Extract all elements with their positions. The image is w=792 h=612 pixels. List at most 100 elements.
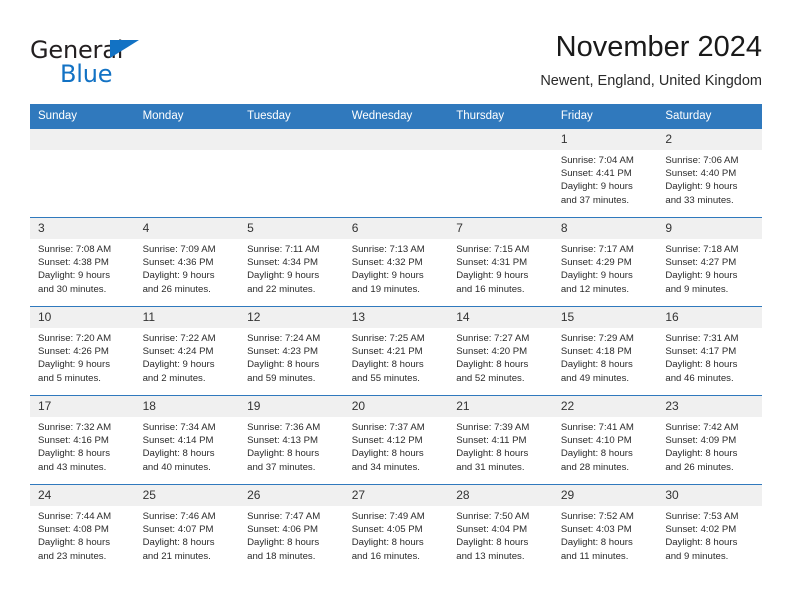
daylight-text-line2: and 46 minutes.	[665, 372, 734, 384]
day-details: Sunrise: 7:20 AM Sunset: 4:26 PM Daylight:…	[30, 328, 135, 385]
sunset-text: Sunset: 4:40 PM	[665, 168, 737, 180]
calendar-day-cell[interactable]: 26 Sunrise: 7:47 AM Sunset: 4:06 PM Dayligh…	[239, 484, 344, 573]
day-number: 29	[552, 485, 658, 506]
sunrise-text: Sunrise: 7:17 AM	[560, 244, 634, 255]
daylight-text-line2: and 26 minutes.	[142, 283, 211, 295]
calendar-day-cell[interactable]: 28 Sunrise: 7:50 AM Sunset: 4:04 PM Dayligh…	[448, 484, 553, 573]
sunrise-text: Sunrise: 7:32 AM	[38, 422, 112, 433]
calendar-day-cell[interactable]: 14 Sunrise: 7:27 AM Sunset: 4:20 PM Dayligh…	[448, 306, 553, 396]
daylight-text-line2: and 11 minutes.	[560, 550, 629, 562]
daylight-text-line2: and 37 minutes.	[247, 461, 316, 473]
day-details: Sunrise: 7:50 AM Sunset: 4:04 PM Daylight:…	[448, 506, 553, 563]
calendar-day-cell[interactable]: 24 Sunrise: 7:44 AM Sunset: 4:08 PM Dayligh…	[30, 484, 135, 573]
daylight-text-line1: Daylight: 8 hours	[351, 359, 424, 371]
day-number: 30	[657, 485, 762, 506]
calendar-day-cell-empty	[343, 128, 449, 218]
calendar-day-cell[interactable]: 9 Sunrise: 7:18 AM Sunset: 4:27 PM Daylight…	[657, 217, 762, 307]
calendar-day-cell[interactable]: 16 Sunrise: 7:31 AM Sunset: 4:17 PM Dayligh…	[657, 306, 762, 396]
daylight-text-line1: Daylight: 9 hours	[456, 270, 529, 282]
calendar-day-cell[interactable]: 3 Sunrise: 7:08 AM Sunset: 4:38 PM Daylight…	[30, 217, 135, 307]
calendar-day-cell[interactable]: 11 Sunrise: 7:22 AM Sunset: 4:24 PM Dayligh…	[134, 306, 240, 396]
calendar-day-cell[interactable]: 21 Sunrise: 7:39 AM Sunset: 4:11 PM Dayligh…	[448, 395, 553, 485]
calendar-day-cell[interactable]: 29 Sunrise: 7:52 AM Sunset: 4:03 PM Dayligh…	[552, 484, 658, 573]
calendar-day-cell[interactable]: 25 Sunrise: 7:46 AM Sunset: 4:07 PM Dayligh…	[134, 484, 240, 573]
day-number	[30, 129, 135, 150]
sunrise-text: Sunrise: 7:50 AM	[456, 511, 530, 522]
calendar-day-cell[interactable]: 22 Sunrise: 7:41 AM Sunset: 4:10 PM Dayligh…	[552, 395, 658, 485]
day-number: 4	[134, 218, 240, 239]
sunrise-text: Sunrise: 7:44 AM	[38, 511, 112, 522]
daylight-text-line1: Daylight: 9 hours	[38, 359, 110, 371]
calendar-day-cell[interactable]: 17 Sunrise: 7:32 AM Sunset: 4:16 PM Dayligh…	[30, 395, 135, 485]
daylight-text-line1: Daylight: 8 hours	[456, 537, 529, 549]
sunset-text: Sunset: 4:23 PM	[247, 346, 319, 358]
sunset-text: Sunset: 4:38 PM	[38, 257, 109, 269]
daylight-text-line1: Daylight: 8 hours	[665, 537, 738, 549]
day-number: 23	[657, 396, 762, 417]
daylight-text-line2: and 30 minutes.	[38, 283, 107, 295]
day-number: 17	[30, 396, 135, 417]
calendar-day-cell-empty	[134, 128, 240, 218]
calendar-day-cell[interactable]: 1 Sunrise: 7:04 AM Sunset: 4:41 PM Daylight…	[552, 128, 658, 218]
sunset-text: Sunset: 4:21 PM	[351, 346, 423, 358]
day-details: Sunrise: 7:49 AM Sunset: 4:05 PM Daylight:…	[344, 506, 449, 563]
day-details: Sunrise: 7:18 AM Sunset: 4:27 PM Daylight:…	[657, 239, 762, 296]
day-number: 9	[657, 218, 762, 239]
weekday-header-friday: Friday	[552, 104, 658, 129]
day-number: 25	[134, 485, 240, 506]
calendar-day-cell[interactable]: 18 Sunrise: 7:34 AM Sunset: 4:14 PM Dayligh…	[134, 395, 240, 485]
sunrise-text: Sunrise: 7:46 AM	[142, 511, 216, 522]
sunset-text: Sunset: 4:26 PM	[38, 346, 109, 358]
calendar-day-cell[interactable]: 7 Sunrise: 7:15 AM Sunset: 4:31 PM Daylight…	[448, 217, 553, 307]
sunset-text: Sunset: 4:13 PM	[247, 435, 319, 447]
weekday-header-tuesday: Tuesday	[239, 104, 344, 129]
day-number: 26	[239, 485, 344, 506]
calendar-day-cell[interactable]: 4 Sunrise: 7:09 AM Sunset: 4:36 PM Daylight…	[134, 217, 240, 307]
sunrise-text: Sunrise: 7:53 AM	[665, 511, 739, 522]
sunrise-text: Sunrise: 7:04 AM	[560, 155, 634, 166]
daylight-text-line2: and 34 minutes.	[351, 461, 420, 473]
calendar-day-cell[interactable]: 2 Sunrise: 7:06 AM Sunset: 4:40 PM Daylight…	[657, 128, 762, 218]
general-blue-logo[interactable]: General Blue	[30, 36, 160, 88]
day-details: Sunrise: 7:25 AM Sunset: 4:21 PM Daylight:…	[344, 328, 449, 385]
weekday-header-sunday: Sunday	[30, 104, 135, 129]
calendar-day-cell[interactable]: 12 Sunrise: 7:24 AM Sunset: 4:23 PM Dayligh…	[239, 306, 344, 396]
daylight-text-line2: and 59 minutes.	[247, 372, 316, 384]
calendar-day-cell[interactable]: 30 Sunrise: 7:53 AM Sunset: 4:02 PM Dayligh…	[657, 484, 762, 573]
sunrise-text: Sunrise: 7:08 AM	[38, 244, 112, 255]
daylight-text-line2: and 16 minutes.	[351, 550, 420, 562]
day-number: 21	[448, 396, 553, 417]
sunrise-text: Sunrise: 7:52 AM	[560, 511, 634, 522]
daylight-text-line2: and 2 minutes.	[142, 372, 206, 384]
day-number: 28	[448, 485, 553, 506]
daylight-text-line1: Daylight: 8 hours	[560, 537, 633, 549]
daylight-text-line1: Daylight: 9 hours	[560, 181, 633, 193]
daylight-text-line2: and 5 minutes.	[38, 372, 101, 384]
calendar-day-cell[interactable]: 15 Sunrise: 7:29 AM Sunset: 4:18 PM Dayligh…	[552, 306, 658, 396]
day-details: Sunrise: 7:17 AM Sunset: 4:29 PM Daylight:…	[553, 239, 658, 296]
daylight-text-line1: Daylight: 9 hours	[142, 270, 215, 282]
calendar-day-cell[interactable]: 5 Sunrise: 7:11 AM Sunset: 4:34 PM Daylight…	[239, 217, 344, 307]
calendar-day-cell-empty	[30, 128, 135, 218]
sunrise-text: Sunrise: 7:29 AM	[560, 333, 634, 344]
sunset-text: Sunset: 4:08 PM	[38, 524, 109, 536]
calendar-day-cell[interactable]: 27 Sunrise: 7:49 AM Sunset: 4:05 PM Dayligh…	[343, 484, 449, 573]
calendar-day-cell[interactable]: 19 Sunrise: 7:36 AM Sunset: 4:13 PM Dayligh…	[239, 395, 344, 485]
day-details: Sunrise: 7:06 AM Sunset: 4:40 PM Daylight:…	[657, 150, 762, 207]
calendar-day-cell[interactable]: 6 Sunrise: 7:13 AM Sunset: 4:32 PM Daylight…	[343, 217, 449, 307]
daylight-text-line1: Daylight: 9 hours	[351, 270, 424, 282]
sunset-text: Sunset: 4:16 PM	[38, 435, 109, 447]
daylight-text-line2: and 16 minutes.	[456, 283, 525, 295]
daylight-text-line1: Daylight: 8 hours	[142, 448, 215, 460]
calendar-day-cell[interactable]: 10 Sunrise: 7:20 AM Sunset: 4:26 PM Dayligh…	[30, 306, 135, 396]
day-details: Sunrise: 7:27 AM Sunset: 4:20 PM Daylight:…	[448, 328, 553, 385]
calendar-day-cell[interactable]: 23 Sunrise: 7:42 AM Sunset: 4:09 PM Dayligh…	[657, 395, 762, 485]
calendar-page: General Blue November 2024 Newent, Engla…	[0, 0, 792, 612]
sunset-text: Sunset: 4:29 PM	[560, 257, 632, 269]
calendar-day-cell[interactable]: 13 Sunrise: 7:25 AM Sunset: 4:21 PM Dayligh…	[343, 306, 449, 396]
sunset-text: Sunset: 4:18 PM	[560, 346, 632, 358]
calendar-day-cell[interactable]: 20 Sunrise: 7:37 AM Sunset: 4:12 PM Dayligh…	[343, 395, 449, 485]
weekday-header-monday: Monday	[134, 104, 240, 129]
calendar-day-cell-empty	[448, 128, 553, 218]
calendar-day-cell[interactable]: 8 Sunrise: 7:17 AM Sunset: 4:29 PM Daylight…	[552, 217, 658, 307]
